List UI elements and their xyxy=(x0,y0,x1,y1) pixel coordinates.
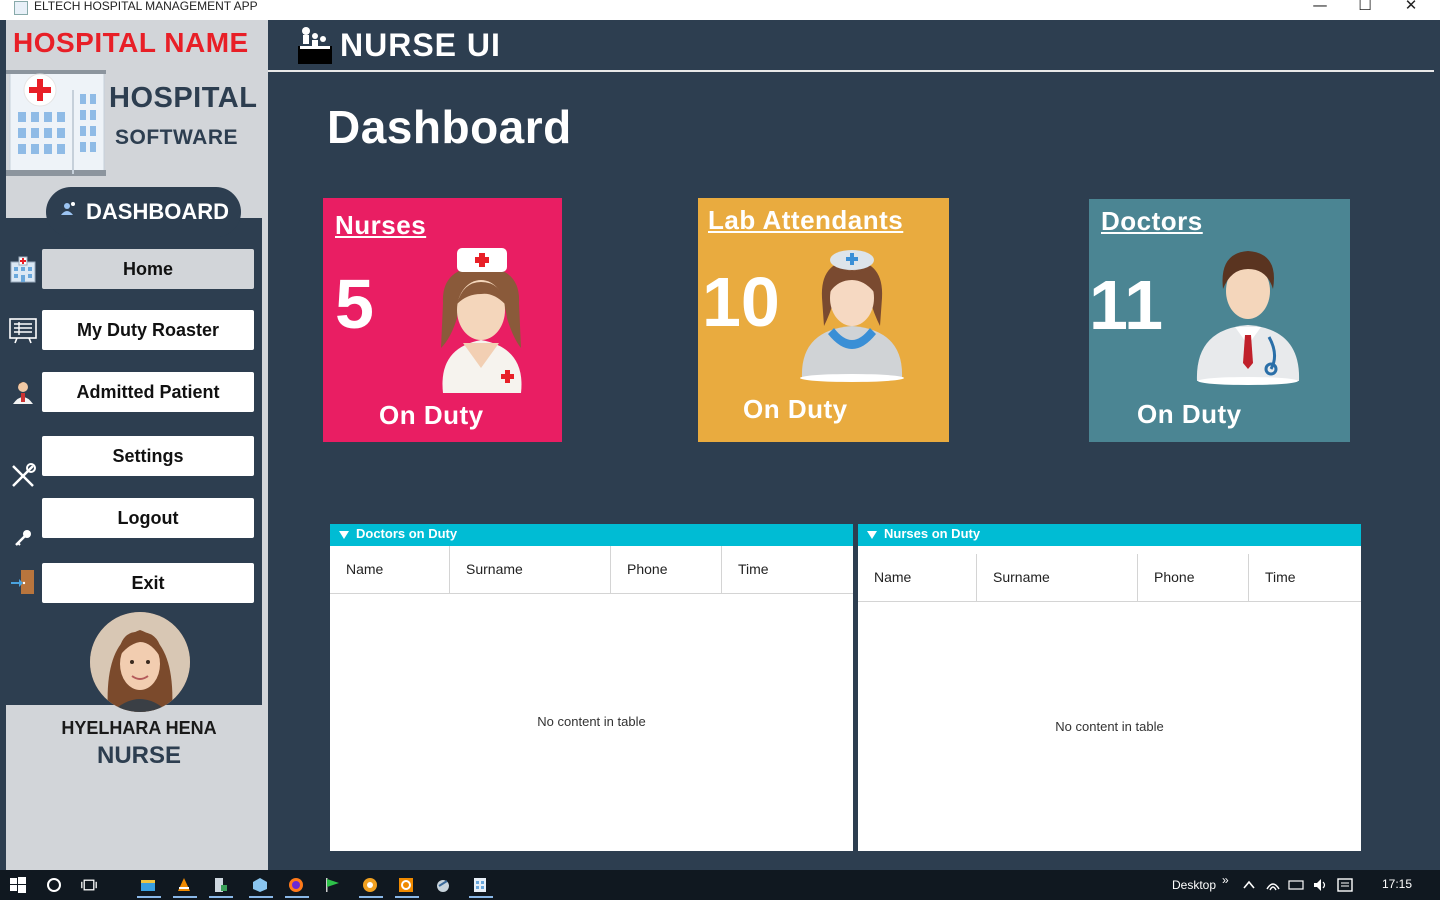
taskbar-clock[interactable]: 17:15 xyxy=(1382,877,1412,891)
lab-attendants-card-title: Lab Attendants xyxy=(708,205,904,235)
lab-attendants-count: 10 xyxy=(702,263,780,341)
collapse-triangle-icon xyxy=(339,531,349,539)
column-header-surname[interactable]: Surname xyxy=(450,546,611,594)
column-header-phone[interactable]: Phone xyxy=(1138,554,1249,602)
nurses-card[interactable]: Nurses 5 On Duty xyxy=(323,198,562,442)
key-icon xyxy=(15,530,31,546)
doctors-status: On Duty xyxy=(1137,399,1242,429)
dashboard-tab[interactable]: DASHBOARD xyxy=(46,187,241,237)
maximize-button[interactable]: ☐ xyxy=(1342,0,1388,20)
column-header-row: Name Surname Phone Time xyxy=(330,546,853,594)
file-explorer-icon[interactable] xyxy=(140,877,156,893)
collapse-triangle-icon xyxy=(867,531,877,539)
nurse-desk-icon xyxy=(298,27,332,64)
nav-home-button[interactable]: Home xyxy=(42,249,254,289)
nav-logout-button[interactable]: Logout xyxy=(42,498,254,538)
lab-attendants-card[interactable]: Lab Attendants 10 On Duty xyxy=(698,198,949,442)
page-title: Dashboard xyxy=(327,101,572,153)
doctors-table-caption: Doctors on Duty xyxy=(356,526,458,541)
app-icon[interactable] xyxy=(398,877,414,893)
tools-icon xyxy=(12,463,36,487)
roster-board-icon xyxy=(9,318,37,344)
user-name: HYELHARA HENA xyxy=(61,718,217,738)
app-header-title: NURSE UI xyxy=(340,27,501,63)
doctor-icon xyxy=(1196,251,1300,385)
column-header-row: Name Surname Phone Time xyxy=(858,554,1361,602)
nav-settings-button[interactable]: Settings xyxy=(42,436,254,476)
nurses-on-duty-table[interactable]: Nurses on Duty Name Surname Phone Time N… xyxy=(858,524,1361,851)
nurses-card-title: Nurses xyxy=(335,210,427,240)
empty-table-message: No content in table xyxy=(1055,719,1164,734)
volume-icon[interactable] xyxy=(1312,877,1328,893)
patient-icon xyxy=(13,382,33,404)
doctors-table-header[interactable]: Doctors on Duty xyxy=(330,524,853,546)
lab-attendant-icon xyxy=(800,250,904,382)
exit-door-icon xyxy=(11,570,34,594)
hospital-app-icon[interactable] xyxy=(472,877,488,893)
nav-exit-button[interactable]: Exit xyxy=(42,563,254,603)
header: NURSE UI xyxy=(268,20,1434,72)
column-header-surname[interactable]: Surname xyxy=(977,554,1138,602)
logo-text-hospital: HOSPITAL xyxy=(109,82,258,114)
window-title: ELTECH HOSPITAL MANAGEMENT APP xyxy=(34,0,258,13)
logo-text-software: SOFTWARE xyxy=(115,126,238,149)
column-header-name[interactable]: Name xyxy=(858,554,977,602)
app-icon xyxy=(14,1,28,15)
dashboard-label: DASHBOARD xyxy=(86,199,229,224)
user-role: NURSE xyxy=(96,742,181,769)
search-icon[interactable] xyxy=(46,877,62,893)
vlc-icon[interactable] xyxy=(176,877,192,893)
close-button[interactable]: ✕ xyxy=(1388,0,1434,20)
empty-table-message: No content in table xyxy=(537,714,646,729)
desktop-toolbar-label[interactable]: Desktop xyxy=(1172,878,1216,892)
hospital-logo-icon xyxy=(6,70,106,178)
app-icon[interactable] xyxy=(212,877,228,893)
doctors-count: 11 xyxy=(1089,266,1163,344)
sidebar: HOSPITAL NAME HOSPITAL SOFTWARE DASHBOAR… xyxy=(0,20,268,870)
nurses-table-caption: Nurses on Duty xyxy=(884,526,981,541)
nurses-table-header[interactable]: Nurses on Duty xyxy=(858,524,1361,546)
flag-icon[interactable] xyxy=(324,877,340,893)
column-header-time[interactable]: Time xyxy=(1249,554,1361,602)
column-header-phone[interactable]: Phone xyxy=(611,546,722,594)
windows-start-icon[interactable] xyxy=(10,877,26,893)
nurses-status: On Duty xyxy=(379,400,484,430)
virtualbox-icon[interactable] xyxy=(252,877,268,893)
nurse-icon xyxy=(441,248,522,393)
task-view-icon[interactable] xyxy=(81,877,97,893)
avatar xyxy=(90,612,190,712)
column-header-time[interactable]: Time xyxy=(722,546,853,594)
doctors-card-title: Doctors xyxy=(1101,206,1203,236)
hospital-name: HOSPITAL NAME xyxy=(13,27,249,58)
keyboard-layout-icon[interactable] xyxy=(1288,877,1304,893)
notifications-icon[interactable] xyxy=(1337,877,1353,893)
firefox-icon[interactable] xyxy=(288,877,304,893)
app-icon[interactable] xyxy=(435,877,451,893)
nav-admitted-patient-button[interactable]: Admitted Patient xyxy=(42,372,254,412)
minimize-button[interactable]: — xyxy=(1297,0,1343,20)
wifi-icon[interactable] xyxy=(1265,877,1281,893)
app-icon[interactable] xyxy=(362,877,378,893)
doctors-card[interactable]: Doctors 11 On Duty xyxy=(1089,199,1350,442)
window-title-bar: ELTECH HOSPITAL MANAGEMENT APP — ☐ ✕ xyxy=(0,0,1440,20)
nurses-count: 5 xyxy=(335,265,374,343)
hospital-building-icon xyxy=(10,256,36,283)
lab-attendants-status: On Duty xyxy=(743,394,848,424)
toolbar-chevron[interactable]: » xyxy=(1222,873,1229,887)
column-header-name[interactable]: Name xyxy=(330,546,450,594)
chevron-up-icon[interactable] xyxy=(1241,877,1257,893)
user-settings-icon xyxy=(61,202,75,215)
doctors-on-duty-table[interactable]: Doctors on Duty Name Surname Phone Time … xyxy=(330,524,853,851)
nav-duty-roster-button[interactable]: My Duty Roaster xyxy=(42,310,254,350)
